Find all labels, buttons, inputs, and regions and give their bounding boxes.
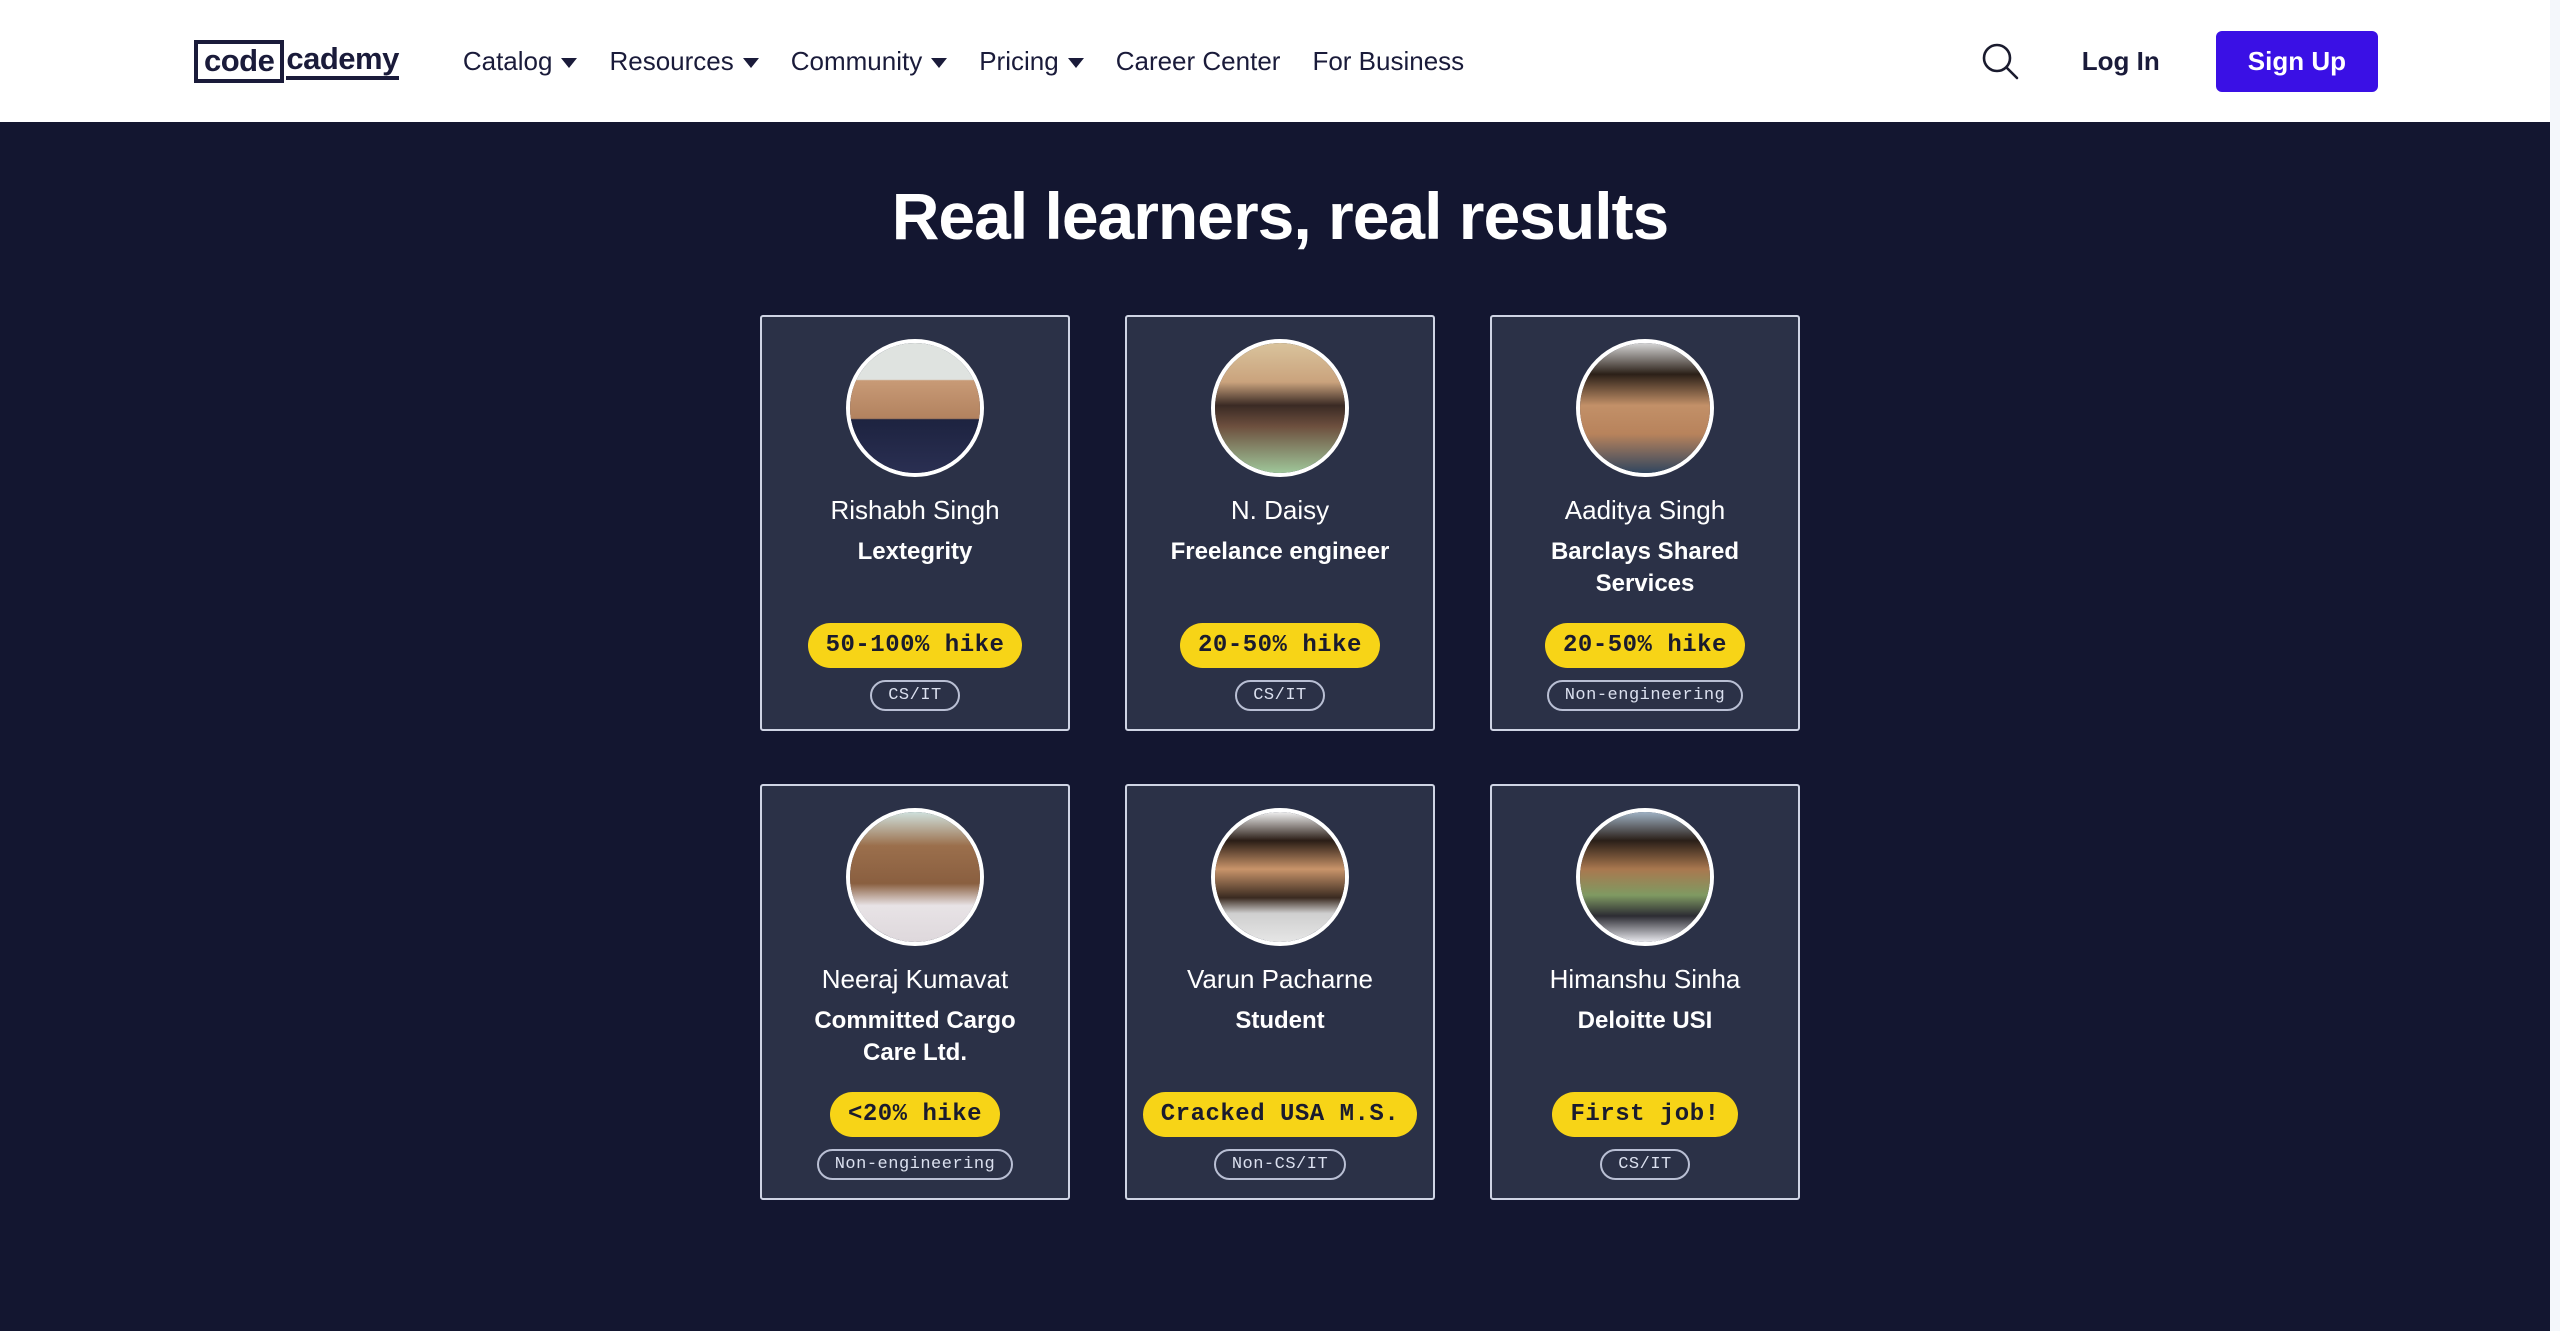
logo-rest-text: cademy: [286, 43, 399, 80]
hike-badge: 20-50% hike: [1180, 622, 1380, 668]
learner-company: Lextegrity: [857, 537, 973, 565]
top-navigation-bar: code cademy Catalog Resources Community P…: [0, 0, 2560, 122]
avatar-n-daisy: [1211, 338, 1349, 477]
chevron-down-icon: [1067, 58, 1084, 68]
nav-item-catalog[interactable]: Catalog: [447, 38, 594, 84]
learner-card-aaditya-singh[interactable]: Aaditya Singh Barclays Shared Services 2…: [1490, 314, 1800, 731]
card-row-top: Rishabh Singh Lextegrity 50-100% hike CS…: [720, 314, 1840, 731]
learner-name: Neeraj Kumavat: [821, 963, 1009, 994]
login-link[interactable]: Log In: [2082, 46, 2160, 77]
category-tag: Non-engineering: [816, 1148, 1014, 1180]
chevron-down-icon: [561, 58, 578, 68]
nav-label-catalog: Catalog: [462, 46, 553, 76]
avatar-aaditya-singh: [1576, 338, 1714, 477]
category-tag: CS/IT: [1600, 1148, 1690, 1180]
hike-badge: 20-50% hike: [1545, 622, 1745, 668]
scrollbar-gutter[interactable]: [2550, 0, 2560, 1331]
learner-name: N. Daisy: [1230, 494, 1330, 525]
page-title: Real learners, real results: [891, 179, 1669, 253]
nav-right-actions: Log In Sign Up: [1970, 30, 2560, 92]
learner-card-n-daisy[interactable]: N. Daisy Freelance engineer 20-50% hike …: [1125, 314, 1435, 731]
learner-name: Varun Pacharne: [1187, 963, 1373, 994]
signup-button[interactable]: Sign Up: [2215, 30, 2378, 92]
logo-boxed-text: code: [194, 39, 285, 83]
search-icon[interactable]: [1970, 31, 2030, 91]
nav-item-career-center[interactable]: Career Center: [1100, 38, 1297, 84]
chevron-down-icon: [931, 58, 948, 68]
nav-item-pricing[interactable]: Pricing: [963, 38, 1099, 84]
learner-company: Deloitte USI: [1577, 1006, 1713, 1034]
nav-label-resources: Resources: [609, 46, 734, 76]
codecademy-logo[interactable]: code cademy: [194, 39, 399, 83]
learner-card-varun-pacharne[interactable]: Varun Pacharne Student Cracked USA M.S. …: [1125, 783, 1435, 1200]
category-tag: CS/IT: [870, 679, 960, 711]
hike-badge: First job!: [1552, 1091, 1738, 1137]
avatar-rishabh-singh: [846, 338, 984, 477]
category-tag: CS/IT: [1235, 679, 1325, 711]
learner-name: Himanshu Sinha: [1549, 963, 1741, 994]
nav-item-for-business[interactable]: For Business: [1296, 38, 1480, 84]
learner-company: Freelance engineer: [1170, 537, 1390, 565]
nav-label-for-business: For Business: [1312, 46, 1465, 76]
learner-card-neeraj-kumavat[interactable]: Neeraj Kumavat Committed Cargo Care Ltd.…: [760, 783, 1070, 1200]
card-row-bottom: Neeraj Kumavat Committed Cargo Care Ltd.…: [720, 783, 1840, 1200]
nav-item-resources[interactable]: Resources: [593, 38, 774, 84]
hike-badge: <20% hike: [829, 1091, 1001, 1137]
testimonial-cards-grid: Rishabh Singh Lextegrity 50-100% hike CS…: [720, 314, 1840, 1200]
nav-label-community: Community: [790, 46, 923, 76]
main-content: Real learners, real results Rishabh Sing…: [0, 122, 2560, 1200]
hike-badge: Cracked USA M.S.: [1142, 1091, 1418, 1137]
avatar-varun-pacharne: [1211, 807, 1349, 946]
nav-item-community[interactable]: Community: [775, 38, 963, 84]
learner-name: Rishabh Singh: [830, 494, 1000, 525]
nav-label-career-center: Career Center: [1115, 46, 1281, 76]
learner-card-himanshu-sinha[interactable]: Himanshu Sinha Deloitte USI First job! C…: [1490, 783, 1800, 1200]
learner-company: Committed Cargo Care Ltd.: [814, 1006, 1016, 1067]
learner-company: Student: [1235, 1006, 1325, 1034]
learner-company: Barclays Shared Services: [1550, 537, 1740, 598]
nav-label-pricing: Pricing: [979, 46, 1059, 76]
hike-badge: 50-100% hike: [807, 622, 1023, 668]
category-tag: Non-CS/IT: [1213, 1148, 1347, 1180]
category-tag: Non-engineering: [1546, 679, 1744, 711]
avatar-neeraj-kumavat: [846, 807, 984, 946]
learner-name: Aaditya Singh: [1564, 494, 1726, 525]
primary-nav-links: Catalog Resources Community Pricing Care…: [447, 38, 1970, 84]
chevron-down-icon: [742, 58, 759, 68]
avatar-himanshu-sinha: [1576, 807, 1714, 946]
learner-card-rishabh-singh[interactable]: Rishabh Singh Lextegrity 50-100% hike CS…: [760, 314, 1070, 731]
